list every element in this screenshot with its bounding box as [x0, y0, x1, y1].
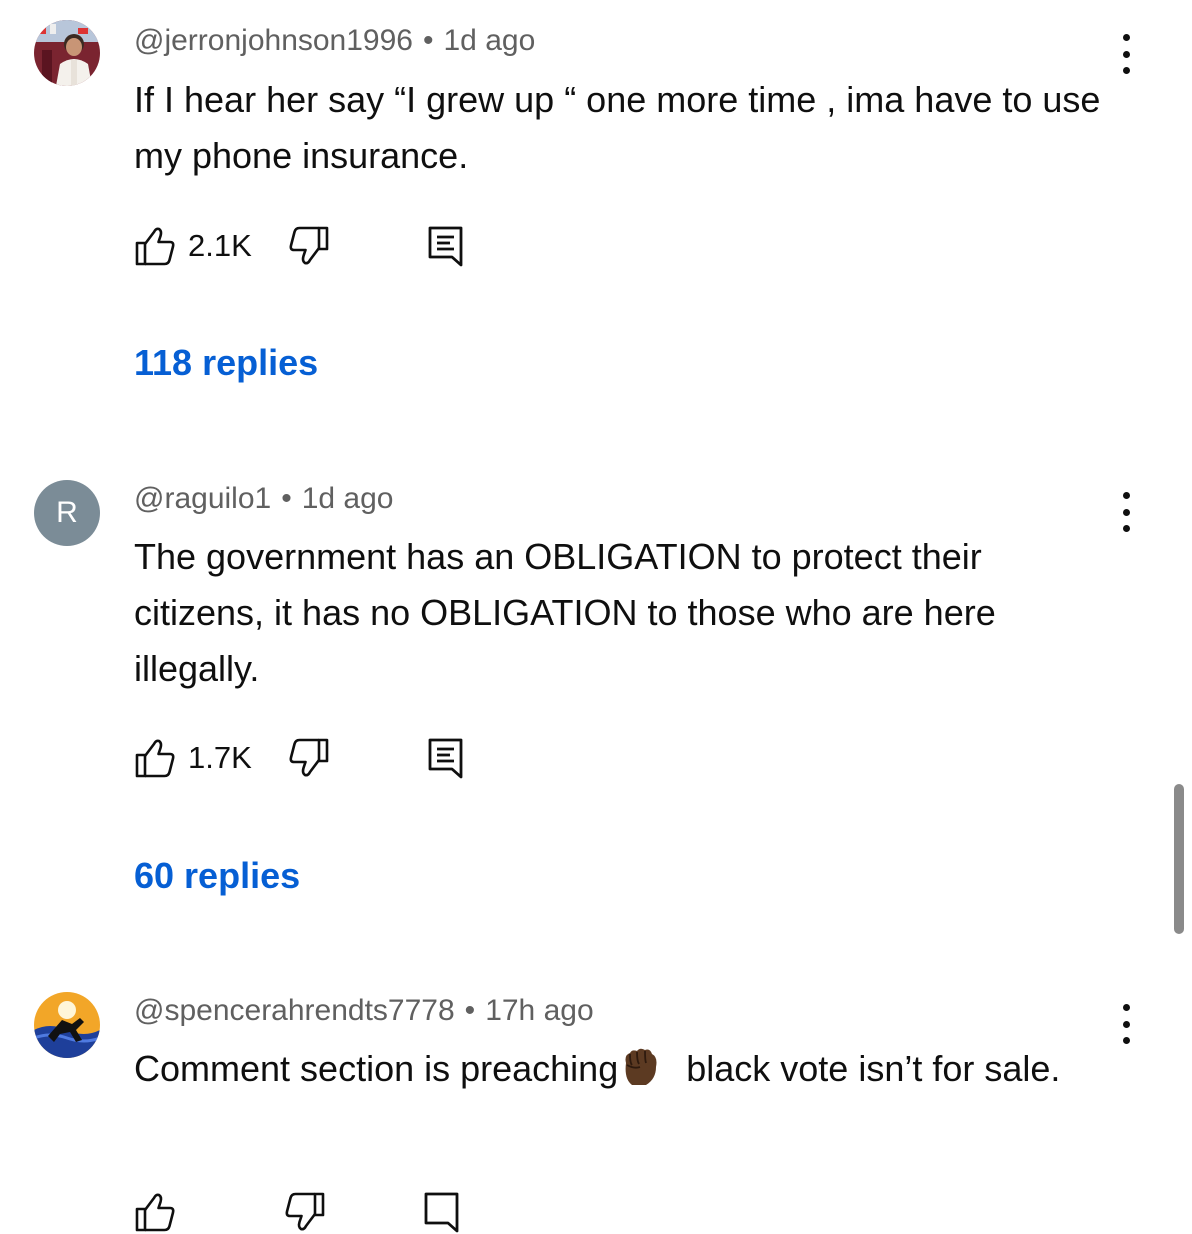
comment-actions: 2.1K [134, 224, 466, 268]
comment-text-start: Comment section is preaching [134, 1048, 619, 1089]
comment-time: 1d ago [301, 482, 394, 515]
dislike-button[interactable] [284, 1191, 326, 1233]
meta-separator: • [281, 482, 292, 515]
avatar[interactable] [34, 20, 100, 86]
reply-icon [428, 226, 463, 267]
comment-time: 1d ago [443, 24, 536, 57]
dislike-button[interactable] [288, 225, 330, 267]
reply-button[interactable] [422, 1190, 462, 1234]
avatar[interactable] [34, 992, 100, 1058]
like-button[interactable]: 1.7K [134, 737, 252, 779]
comment-meta: @jerronjohnson1996 • 1d ago [134, 24, 535, 58]
thumbs-up-icon [135, 227, 175, 266]
like-button[interactable]: 2.1K [134, 225, 252, 267]
comment-text: The government has an OBLIGATION to prot… [134, 536, 996, 689]
surfer-avatar-icon [34, 992, 100, 1058]
comment-author[interactable]: @jerronjohnson1996 [134, 24, 413, 57]
comment-text: Comment section is preaching black vote … [134, 1041, 1114, 1103]
reply-button[interactable] [426, 224, 466, 268]
meta-separator: • [464, 994, 476, 1027]
view-replies-link[interactable]: 118 replies [134, 342, 318, 384]
photo-avatar-icon [34, 20, 100, 86]
thumbs-down-icon [289, 738, 329, 777]
scrollbar[interactable] [1174, 784, 1184, 934]
like-button[interactable] [134, 1191, 176, 1233]
thumbs-down-icon [285, 1192, 325, 1231]
comment-text-end: black vote isn’t for sale. [676, 1048, 1061, 1089]
reply-icon [428, 738, 463, 779]
more-options-button[interactable] [1114, 1004, 1138, 1044]
thumbs-up-icon [135, 739, 175, 778]
comment-time: 17h ago [485, 994, 594, 1027]
more-options-button[interactable] [1114, 34, 1138, 74]
comment-author[interactable]: @spencerahrendts7778 [134, 994, 455, 1027]
avatar[interactable]: R [34, 480, 100, 546]
raised-fist-icon [618, 1043, 662, 1103]
comment-meta: @spencerahrendts7778 • 17h ago [134, 994, 594, 1028]
like-count: 1.7K [188, 740, 252, 775]
reply-button[interactable] [426, 736, 466, 780]
more-options-button[interactable] [1114, 492, 1138, 532]
view-replies-link[interactable]: 60 replies [134, 855, 300, 897]
avatar-letter: R [56, 496, 78, 529]
comment-actions: 1.7K [134, 736, 466, 780]
comment-text: If I hear her say “I grew up “ one more … [134, 79, 1101, 176]
comment-meta: @raguilo1 • 1d ago [134, 482, 393, 516]
meta-separator: • [422, 24, 434, 57]
thumbs-up-icon [135, 1193, 175, 1232]
dislike-button[interactable] [288, 737, 330, 779]
thumbs-down-icon [289, 226, 329, 265]
like-count: 2.1K [188, 228, 252, 263]
comment-author[interactable]: @raguilo1 [134, 482, 271, 515]
comment-actions [134, 1190, 462, 1234]
reply-icon [424, 1192, 459, 1233]
